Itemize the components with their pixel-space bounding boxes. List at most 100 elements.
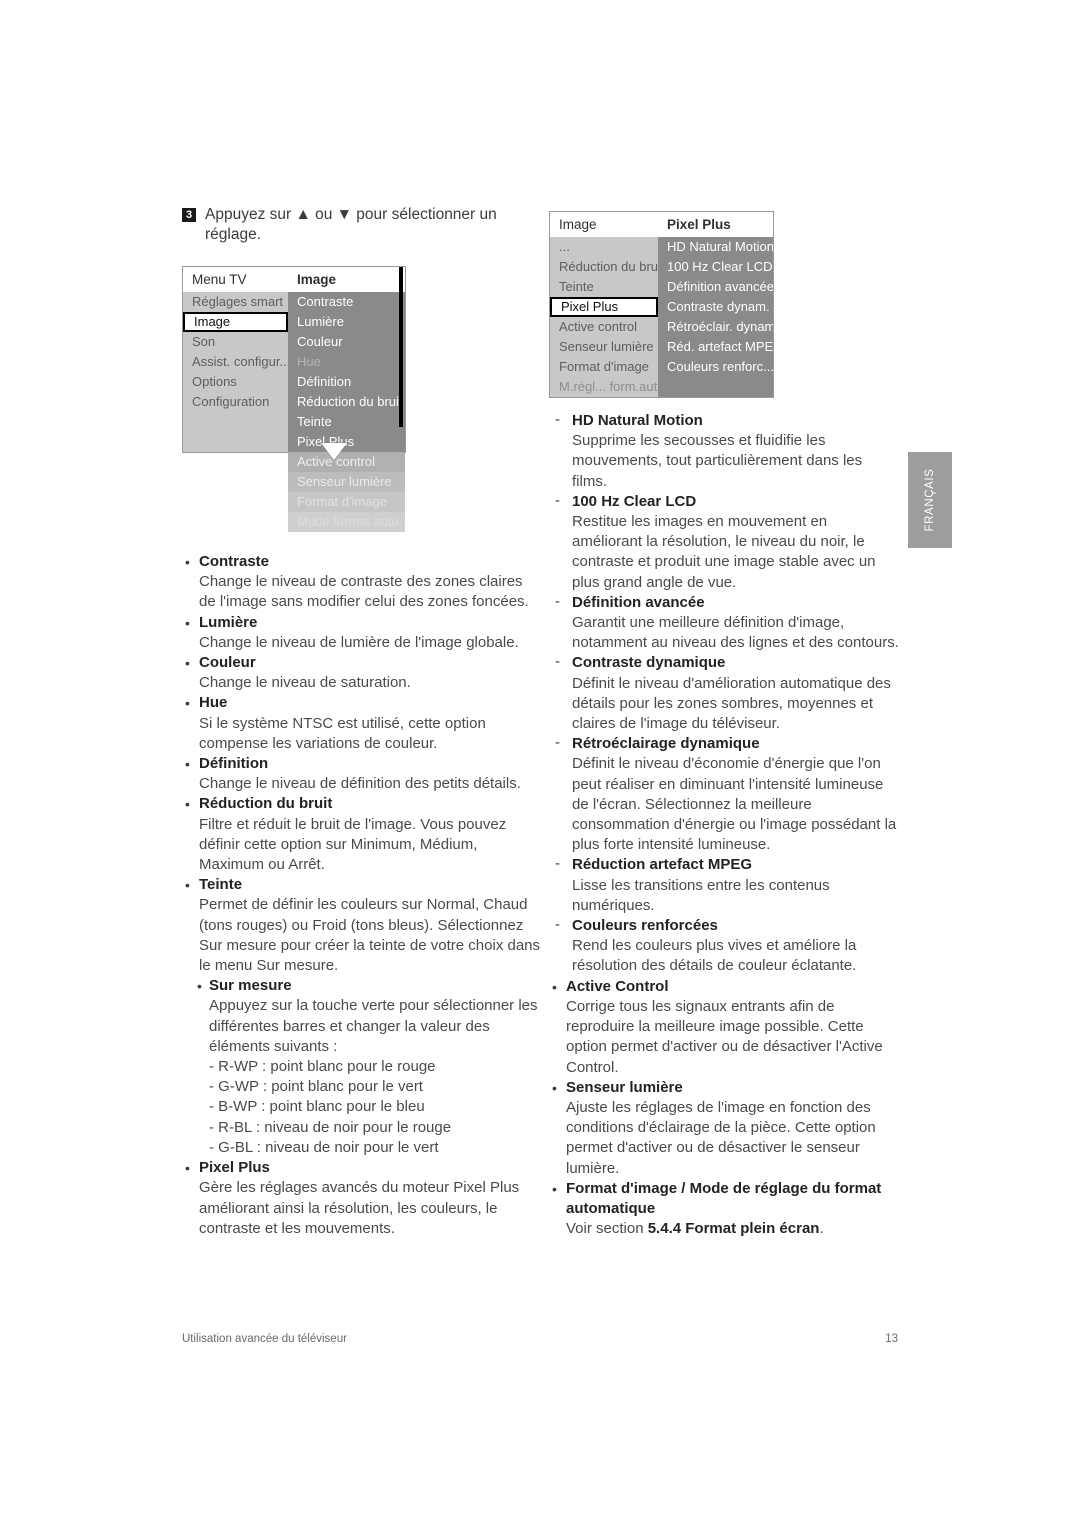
menu-item[interactable]: Options xyxy=(183,372,288,392)
menu-item[interactable]: Son xyxy=(183,332,288,352)
menu-item[interactable]: Rétroéclair. dynam. xyxy=(658,317,773,337)
dash-list-item: - Réduction artefact MPEG Lisse les tran… xyxy=(549,855,899,916)
menu-scrollbar[interactable] xyxy=(399,267,403,427)
menu-item[interactable]: Format d'image xyxy=(288,492,405,512)
dash-icon: - xyxy=(555,491,560,509)
tv-menu-header-right: Image xyxy=(297,272,337,287)
item-title: Réduction artefact MPEG xyxy=(572,856,753,874)
list-item: • Couleur Change le niveau de saturation… xyxy=(182,653,542,693)
item-body: Change le niveau de contraste des zones … xyxy=(199,573,529,611)
footer-section-title: Utilisation avancée du téléviseur xyxy=(182,1333,347,1345)
right-column-body: - HD Natural Motion Supprime les secouss… xyxy=(549,411,899,1239)
item-body: Garantit une meilleure définition d'imag… xyxy=(572,614,899,652)
item-title: Définition xyxy=(199,755,269,773)
menu-item[interactable]: Définition avancée xyxy=(658,277,773,297)
sub-list: • Sur mesure Appuyez sur la touche verte… xyxy=(182,976,542,1158)
step-number: 3 xyxy=(182,208,196,222)
tv-menu-overflow-list: Active control Senseur lumière Format d'… xyxy=(288,452,405,532)
item-title: Couleur xyxy=(199,654,256,672)
tv-menu-header-left: Menu TV xyxy=(192,272,247,287)
section-reference: 5.4.4 Format plein écran xyxy=(647,1220,820,1238)
menu-item-blank xyxy=(183,432,288,452)
menu-item-disabled: Hue xyxy=(288,352,405,372)
dash-icon: - xyxy=(555,411,560,428)
bullet-icon: • xyxy=(197,978,202,995)
menu-item-blank xyxy=(183,412,288,432)
bullet-icon: • xyxy=(552,1079,557,1096)
item-title: 100 Hz Clear LCD xyxy=(572,492,697,510)
menu-item[interactable]: Réd. artefact MPEG xyxy=(658,337,773,357)
pixelplus-header-right: Pixel Plus xyxy=(667,217,731,232)
bullet-icon: • xyxy=(185,796,190,813)
item-title: Réduction du bruit xyxy=(199,795,333,813)
menu-item[interactable]: Contraste dynam. xyxy=(658,297,773,317)
item-body: Filtre et réduit le bruit de l'image. Vo… xyxy=(199,815,507,874)
pixelplus-header-left: Image xyxy=(559,217,597,232)
menu-item[interactable]: Configuration xyxy=(183,392,288,412)
bullet-icon: • xyxy=(185,756,190,773)
menu-item[interactable]: Active control xyxy=(550,317,658,337)
menu-item[interactable]: Teinte xyxy=(288,412,405,432)
document-page: 3 Appuyez sur ▲ ou ▼ pour sélectionner u… xyxy=(0,0,1080,1528)
item-title: Lumière xyxy=(199,613,258,631)
menu-item[interactable]: Assist. configur... xyxy=(183,352,288,372)
page-footer: Utilisation avancée du téléviseur 13 xyxy=(182,1333,898,1345)
dash-line: - R-WP : point blanc pour le rouge xyxy=(209,1058,436,1076)
item-title: Contraste dynamique xyxy=(572,654,726,672)
menu-item[interactable]: Réduction du bruit xyxy=(550,257,658,277)
item-body: Voir section 5.4.4 Format plein écran. xyxy=(566,1219,899,1239)
pixelplus-menu-screenshot: Image Pixel Plus ... Réduction du bruit … xyxy=(549,211,774,398)
bullet-icon: • xyxy=(185,554,190,570)
page-number: 13 xyxy=(885,1333,898,1345)
menu-item[interactable]: Définition xyxy=(288,372,405,392)
menu-item[interactable]: Senseur lumière xyxy=(288,472,405,492)
menu-item-selected[interactable]: Pixel Plus xyxy=(550,297,658,317)
item-body: Définit le niveau d'amélioration automat… xyxy=(572,674,891,733)
menu-item[interactable]: Couleur xyxy=(288,332,405,352)
item-body: Corrige tous les signaux entrants afin d… xyxy=(566,997,883,1076)
bullet-icon: • xyxy=(552,978,557,995)
item-body: Lisse les transitions entre les contenus… xyxy=(572,876,830,914)
dash-icon: - xyxy=(555,734,560,752)
tv-menu-right-list: Contraste Lumière Couleur Hue Définition… xyxy=(288,267,405,452)
item-title: Teinte xyxy=(199,876,243,894)
menu-item[interactable]: Mode format auto... xyxy=(288,512,405,532)
menu-item[interactable]: HD Natural Motion xyxy=(658,237,773,257)
pixelplus-right-list: HD Natural Motion 100 Hz Clear LCD Défin… xyxy=(658,237,773,397)
dash-list-item: - 100 Hz Clear LCD Restitue les images e… xyxy=(549,492,899,593)
menu-item-selected[interactable]: Image xyxy=(183,312,288,332)
menu-item[interactable]: Contraste xyxy=(288,292,405,312)
item-body: Gère les réglages avancés du moteur Pixe… xyxy=(199,1179,520,1237)
sub-item-title: Sur mesure xyxy=(209,977,292,995)
item-body: Si le système NTSC est utilisé, cette op… xyxy=(199,714,486,752)
menu-item[interactable]: ... xyxy=(550,237,658,257)
dash-icon: - xyxy=(555,855,560,873)
menu-item[interactable]: Couleurs renforc... xyxy=(658,357,773,377)
item-title: Senseur lumière xyxy=(566,1078,683,1096)
list-item: • Lumière Change le niveau de lumière de… xyxy=(182,613,542,653)
item-body: Change le niveau de lumière de l'image g… xyxy=(199,633,519,651)
item-body: Rend les couleurs plus vives et améliore… xyxy=(572,937,857,975)
menu-item[interactable]: Senseur lumière xyxy=(550,337,658,357)
item-body: Définit le niveau d'économie d'énergie q… xyxy=(572,755,897,854)
menu-item[interactable]: Teinte xyxy=(550,277,658,297)
dash-list-item: - Rétroéclairage dynamique Définit le ni… xyxy=(549,734,899,855)
dash-list-item: - Définition avancée Garantit une meille… xyxy=(549,593,899,654)
dash-line: - B-WP : point blanc pour le bleu xyxy=(209,1098,425,1116)
item-title: Contraste xyxy=(199,553,270,570)
menu-item[interactable]: Réduction du bruit xyxy=(288,392,405,412)
menu-item[interactable]: Réglages smart xyxy=(183,292,288,312)
item-title: Active Control xyxy=(566,977,669,995)
menu-item[interactable]: Lumière xyxy=(288,312,405,332)
bullet-icon: • xyxy=(185,614,190,631)
menu-item-empty xyxy=(658,377,773,397)
down-cursor-icon xyxy=(321,443,347,460)
body-prefix: Voir section xyxy=(566,1220,648,1238)
menu-item[interactable]: Format d'image xyxy=(550,357,658,377)
menu-item-disabled: M.régl... form.auto... xyxy=(550,377,658,397)
left-column: 3 Appuyez sur ▲ ou ▼ pour sélectionner u… xyxy=(182,205,542,257)
menu-item[interactable]: 100 Hz Clear LCD xyxy=(658,257,773,277)
list-item: • Active Control Corrige tous les signau… xyxy=(549,977,899,1078)
left-column-body: • Contraste Change le niveau de contrast… xyxy=(182,552,542,1239)
sub-list-item: • Sur mesure Appuyez sur la touche verte… xyxy=(197,976,542,1158)
